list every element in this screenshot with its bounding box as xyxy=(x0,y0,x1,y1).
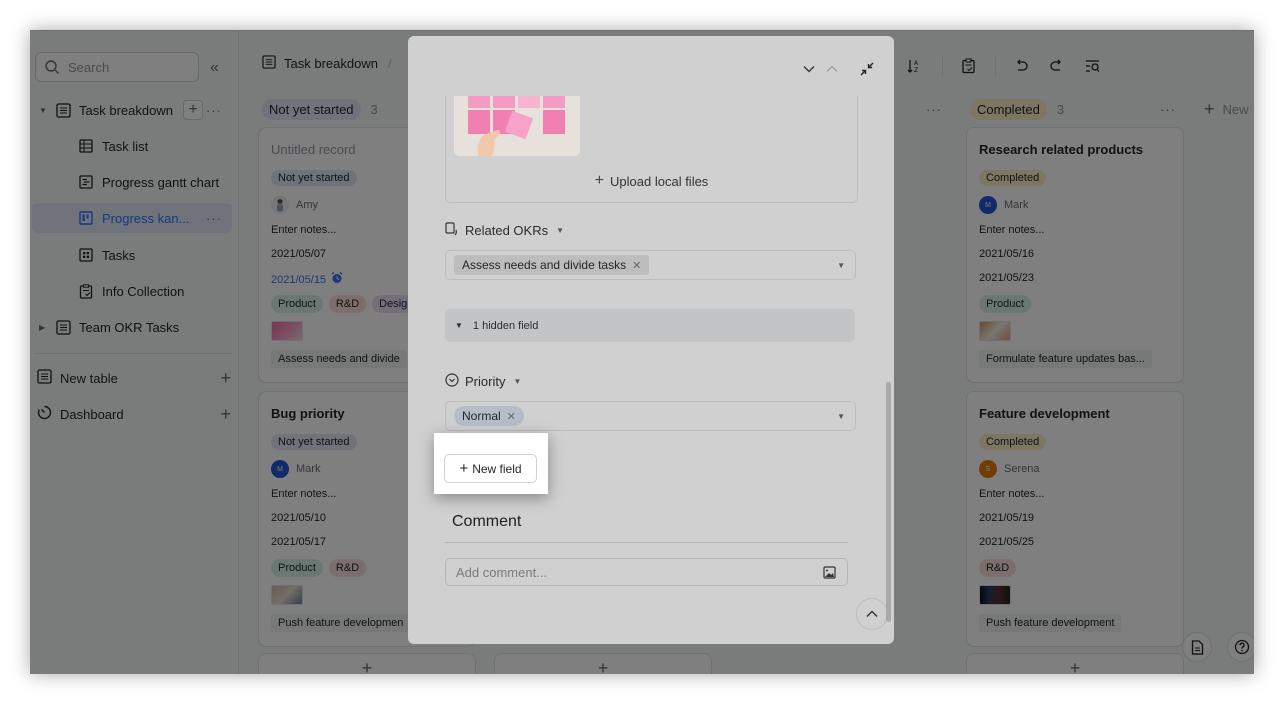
link-field-icon xyxy=(445,222,459,239)
plus-icon: + xyxy=(459,460,468,477)
comment-divider xyxy=(445,542,848,543)
caret-down-icon: ▼ xyxy=(556,226,564,235)
dropdown-caret-icon[interactable]: ▼ xyxy=(837,412,845,421)
remove-chip-icon[interactable]: ✕ xyxy=(507,410,516,423)
priority-option-chip: Normal ✕ xyxy=(454,406,524,426)
image-upload-icon[interactable] xyxy=(823,566,836,584)
chevron-up-icon xyxy=(866,610,878,618)
modal-navigation xyxy=(802,62,883,76)
modal-scrollbar[interactable] xyxy=(886,382,891,622)
new-field-highlight: + New field xyxy=(434,433,548,494)
scroll-to-top-button[interactable] xyxy=(856,598,888,630)
record-detail-modal: + Upload local files Related OKRs ▼ Asse… xyxy=(408,36,894,644)
comment-input[interactable] xyxy=(456,565,796,580)
next-record-chevron-down-icon[interactable] xyxy=(802,62,816,76)
plus-icon: + xyxy=(595,172,604,190)
new-field-button[interactable]: + New field xyxy=(444,454,537,483)
related-okrs-select[interactable]: Assess needs and divide tasks ✕ ▼ xyxy=(445,250,856,280)
comment-heading: Comment xyxy=(452,513,521,531)
comment-box[interactable] xyxy=(445,558,848,586)
upload-local-files-button[interactable]: + Upload local files xyxy=(446,172,857,190)
previous-record-chevron-up-icon[interactable] xyxy=(825,62,839,76)
priority-select[interactable]: Normal ✕ ▼ xyxy=(445,401,856,431)
remove-chip-icon[interactable]: ✕ xyxy=(632,259,641,272)
collapse-arrows-icon[interactable] xyxy=(860,62,874,76)
linked-record-chip: Assess needs and divide tasks ✕ xyxy=(454,255,649,275)
caret-down-icon: ▼ xyxy=(455,321,463,330)
attachment-field: + Upload local files xyxy=(445,96,858,203)
hidden-fields-toggle[interactable]: ▼ 1 hidden field xyxy=(445,309,855,342)
app-window: « ▼ Task breakdown + ··· Task list Progr… xyxy=(30,30,1254,674)
attachment-image[interactable] xyxy=(454,96,580,156)
dropdown-caret-icon[interactable]: ▼ xyxy=(837,261,845,270)
caret-down-icon: ▼ xyxy=(513,377,521,386)
related-okrs-label[interactable]: Related OKRs ▼ xyxy=(445,222,564,239)
priority-label[interactable]: Priority ▼ xyxy=(445,373,521,390)
upload-label: Upload local files xyxy=(610,174,708,189)
single-select-icon xyxy=(445,373,459,390)
